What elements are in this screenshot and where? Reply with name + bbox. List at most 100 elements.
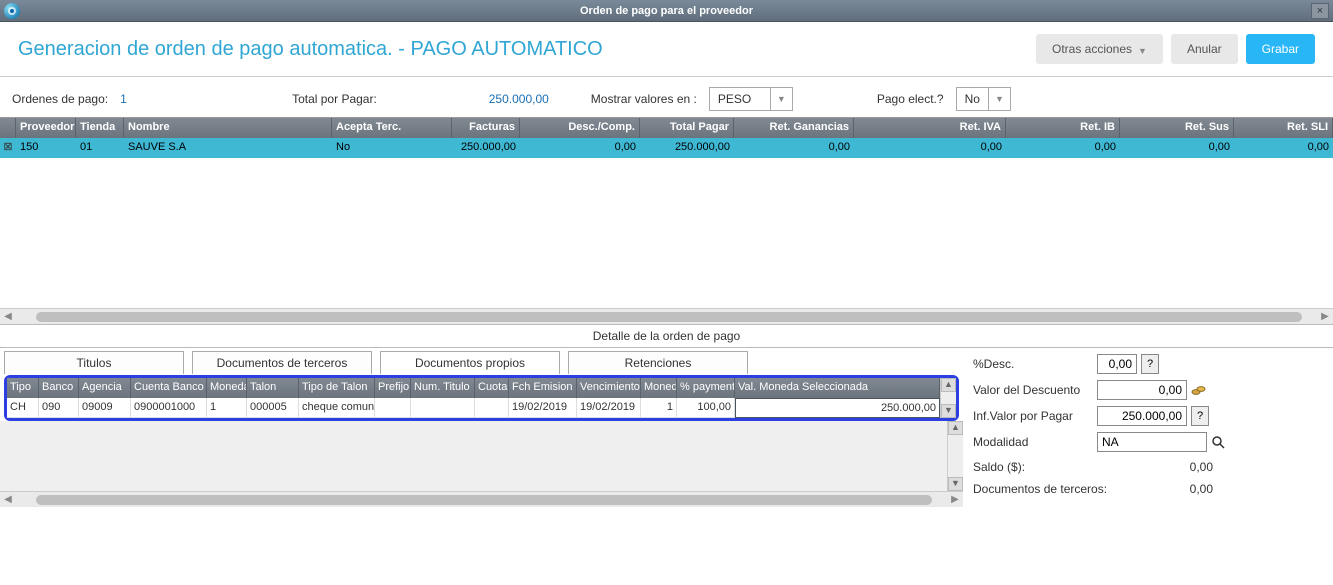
cell-nombre: SAUVE S.A (124, 138, 332, 158)
search-icon[interactable] (1211, 435, 1225, 449)
col-iva[interactable]: Ret. IVA (854, 118, 1006, 138)
dcol-prefijo[interactable]: Prefijo (375, 378, 411, 398)
desc-help-button[interactable]: ? (1141, 354, 1159, 374)
discount-input[interactable] (1097, 380, 1187, 400)
elect-pay-dropdown[interactable]: No ▼ (956, 87, 1011, 111)
dcol-agencia[interactable]: Agencia (79, 378, 131, 398)
dcell-emision: 19/02/2019 (509, 398, 577, 418)
main-grid-header: Proveedor Tienda Nombre Acepta Terc. Fac… (0, 118, 1333, 138)
cell-total: 250.000,00 (640, 138, 734, 158)
cell-ganancias: 0,00 (734, 138, 854, 158)
tab-terceros[interactable]: Documentos de terceros (192, 351, 372, 374)
col-desc[interactable]: Desc./Comp. (520, 118, 640, 138)
side-panel: %Desc. ? Valor del Descuento Inf.Valor p… (963, 348, 1333, 507)
dcell-numtitulo (411, 398, 475, 418)
page-title: Generacion de orden de pago automatica. … (18, 38, 603, 61)
table-row[interactable]: ⊠ 150 01 SAUVE S.A No 250.000,00 0,00 25… (0, 138, 1333, 158)
h-scrollbar[interactable]: ◀ ▶ (0, 308, 1333, 324)
col-sus[interactable]: Ret. Sus (1120, 118, 1234, 138)
desc-input[interactable] (1097, 354, 1137, 374)
scroll-down-icon[interactable]: ▼ (948, 477, 963, 491)
save-button[interactable]: Grabar (1246, 34, 1315, 64)
orders-value[interactable]: 1 (120, 92, 280, 106)
scroll-up-icon[interactable]: ▲ (941, 378, 956, 392)
scroll-thumb[interactable] (36, 312, 1302, 322)
scroll-left-icon[interactable]: ◀ (0, 311, 16, 322)
cell-sli: 0,00 (1234, 138, 1333, 158)
dcell-payment: 100,00 (677, 398, 735, 418)
cell-ib: 0,00 (1006, 138, 1120, 158)
currency-dropdown[interactable]: PESO ▼ (709, 87, 793, 111)
v-scrollbar[interactable]: ▲ ▼ (940, 378, 956, 418)
v-scrollbar-2[interactable]: ▲ ▼ (947, 421, 963, 491)
inf-label: Inf.Valor por Pagar (973, 409, 1093, 423)
dcol-cuota[interactable]: Cuota (475, 378, 509, 398)
row-delete-icon[interactable]: ⊠ (0, 138, 16, 158)
other-actions-button[interactable]: Otras acciones ▼ (1036, 34, 1163, 64)
inf-input[interactable] (1097, 406, 1187, 426)
saldo-value: 0,00 (1123, 460, 1213, 474)
close-button[interactable]: × (1311, 3, 1329, 19)
scroll-down-icon[interactable]: ▼ (941, 404, 956, 418)
dcell-moneda2: 1 (641, 398, 677, 418)
modalidad-input[interactable] (1097, 432, 1207, 452)
detail-grid-header: Tipo Banco Agencia Cuenta Banco Moneda T… (7, 378, 940, 398)
bottom-left: Titulos Documentos de terceros Documento… (0, 348, 963, 507)
desc-label: %Desc. (973, 357, 1093, 371)
window-title: Orden de pago para el proveedor (580, 5, 753, 17)
saldo-label: Saldo ($): (973, 460, 1123, 474)
dcell-banco: 090 (39, 398, 79, 418)
dcol-talon[interactable]: Talon (247, 378, 299, 398)
dcol-banco[interactable]: Banco (39, 378, 79, 398)
col-ganancias[interactable]: Ret. Ganancias (734, 118, 854, 138)
col-sli[interactable]: Ret. SLI (1234, 118, 1333, 138)
dcol-tipo[interactable]: Tipo (7, 378, 39, 398)
dcol-numtitulo[interactable]: Num. Titulo (411, 378, 475, 398)
inf-help-button[interactable]: ? (1191, 406, 1209, 426)
col-tienda[interactable]: Tienda (76, 118, 124, 138)
elect-pay-value: No (957, 92, 988, 106)
total-value: 250.000,00 (389, 92, 579, 106)
col-ib[interactable]: Ret. IB (1006, 118, 1120, 138)
col-acepta[interactable]: Acepta Terc. (332, 118, 452, 138)
dcell-valmoneda[interactable]: 250.000,00 (735, 398, 940, 418)
chevron-down-icon: ▼ (1138, 46, 1147, 56)
scroll-thumb[interactable] (36, 495, 932, 505)
dcol-tipotalon[interactable]: Tipo de Talon (299, 378, 375, 398)
col-proveedor[interactable]: Proveedor (16, 118, 76, 138)
dcol-payment[interactable]: % payment (677, 378, 735, 398)
main-grid: Proveedor Tienda Nombre Acepta Terc. Fac… (0, 117, 1333, 324)
dcol-emision[interactable]: Fch Emision (509, 378, 577, 398)
cancel-button[interactable]: Anular (1171, 34, 1238, 64)
dcell-prefijo (375, 398, 411, 418)
tab-retenciones[interactable]: Retenciones (568, 351, 748, 374)
total-label: Total por Pagar: (292, 92, 377, 106)
dcol-valmoneda[interactable]: Val. Moneda Seleccionada (735, 378, 940, 398)
dcol-cuenta[interactable]: Cuenta Banco (131, 378, 207, 398)
scroll-right-icon[interactable]: ▶ (947, 494, 963, 505)
dcol-moneda2[interactable]: Moneda (641, 378, 677, 398)
scroll-up-icon[interactable]: ▲ (948, 421, 963, 435)
detail-row[interactable]: CH 090 09009 0900001000 1 000005 cheque … (7, 398, 940, 418)
dcol-venc[interactable]: Vencimiento (577, 378, 641, 398)
detail-empty-area: ▲ ▼ (0, 421, 963, 491)
cell-facturas: 250.000,00 (452, 138, 520, 158)
cell-acepta: No (332, 138, 452, 158)
tab-titulos[interactable]: Titulos (4, 351, 184, 374)
scroll-left-icon[interactable]: ◀ (0, 494, 16, 505)
chevron-down-icon: ▼ (770, 88, 792, 110)
detail-h-scrollbar[interactable]: ◀ ▶ (0, 491, 963, 507)
col-facturas[interactable]: Facturas (452, 118, 520, 138)
tab-propios[interactable]: Documentos propios (380, 351, 560, 374)
terceros-total-label: Documentos de terceros: (973, 482, 1123, 496)
dcell-moneda1: 1 (207, 398, 247, 418)
dcell-talon: 000005 (247, 398, 299, 418)
scroll-right-icon[interactable]: ▶ (1317, 311, 1333, 322)
terceros-total-value: 0,00 (1123, 482, 1213, 496)
dcol-moneda1[interactable]: Moneda (207, 378, 247, 398)
col-nombre[interactable]: Nombre (124, 118, 332, 138)
col-total[interactable]: Total Pagar (640, 118, 734, 138)
detail-grid: Tipo Banco Agencia Cuenta Banco Moneda T… (4, 375, 959, 421)
dcell-cuenta: 0900001000 (131, 398, 207, 418)
elect-pay-label: Pago elect.? (877, 92, 944, 106)
